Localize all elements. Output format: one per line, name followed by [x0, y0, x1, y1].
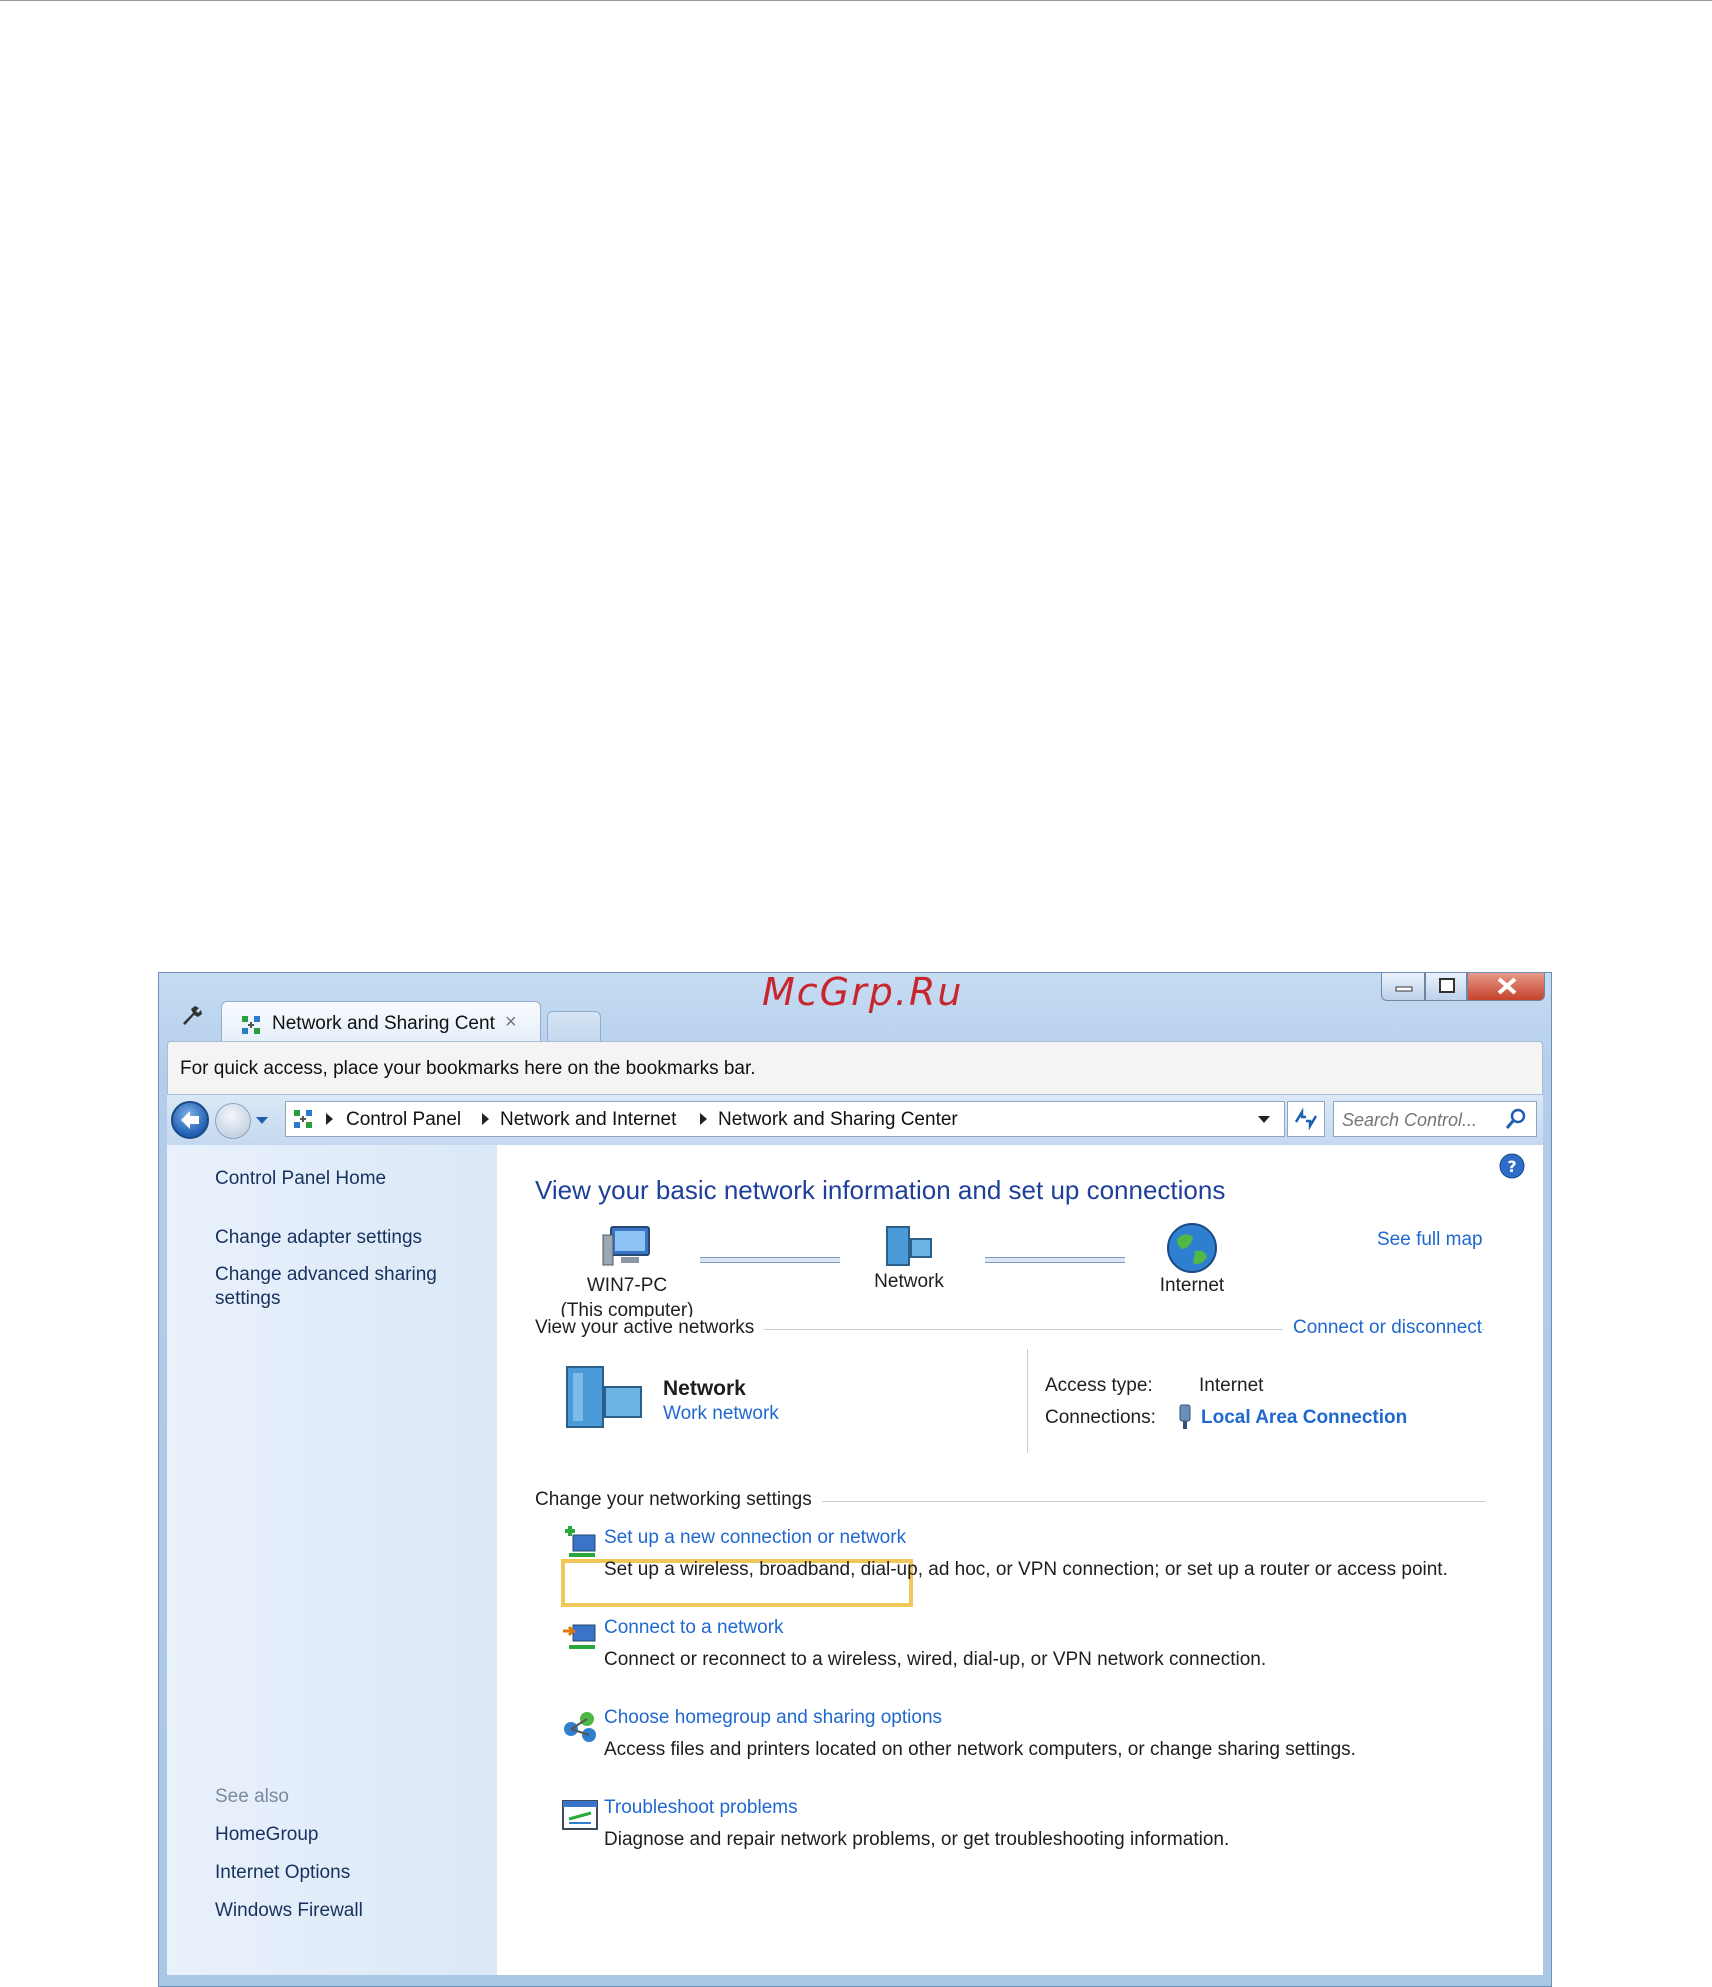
tab-title: Network and Sharing Cent: [272, 1013, 495, 1034]
refresh-button[interactable]: [1287, 1101, 1325, 1137]
sidebar-item-windows-firewall[interactable]: Windows Firewall: [215, 1899, 363, 1923]
search-input[interactable]: [1340, 1106, 1494, 1134]
watermark-text: McGrp.Ru: [762, 970, 964, 1014]
network-center-icon: [242, 1016, 260, 1034]
connect-disconnect-link[interactable]: Connect or disconnect: [1283, 1317, 1483, 1339]
page-title: View your basic network information and …: [535, 1175, 1226, 1205]
breadcrumb-separator-icon[interactable]: [326, 1113, 333, 1125]
tab-close-icon[interactable]: ×: [505, 1011, 517, 1034]
forward-button[interactable]: [215, 1103, 251, 1139]
work-network-link[interactable]: Work network: [663, 1403, 779, 1425]
sidebar-item-control-panel-home[interactable]: Control Panel Home: [215, 1167, 386, 1191]
window-controls: [1381, 973, 1553, 1001]
back-button[interactable]: [171, 1101, 209, 1139]
computer-name: WIN7-PC: [586, 1275, 668, 1296]
local-area-connection-link[interactable]: Local Area Connection: [1201, 1407, 1407, 1429]
change-settings-heading: Change your networking settings: [535, 1489, 822, 1511]
internet-label: Internet: [1159, 1275, 1225, 1296]
access-type-label: Access type:: [1045, 1375, 1153, 1396]
network-icon: [886, 1226, 932, 1266]
bookmarks-bar: For quick access, place your bookmarks h…: [167, 1041, 1543, 1095]
see-full-map-link[interactable]: See full map: [1377, 1229, 1483, 1251]
map-connector-line: [985, 1257, 1125, 1263]
main-content: ? View your basic network information an…: [497, 1145, 1543, 1975]
connections-label: Connections:: [1045, 1407, 1156, 1428]
maximize-icon: [1439, 978, 1455, 993]
sidebar-item-advanced-sharing[interactable]: Change advanced sharing: [215, 1263, 437, 1287]
search-icon[interactable]: [1504, 1107, 1528, 1131]
sidebar-item-homegroup[interactable]: HomeGroup: [215, 1823, 319, 1847]
help-icon[interactable]: ?: [1499, 1153, 1525, 1179]
browser-window: Network and Sharing Cent × For quick acc…: [158, 972, 1552, 1987]
task-homegroup-desc: Access files and printers located on oth…: [604, 1739, 1356, 1760]
back-arrow-icon: [181, 1111, 199, 1129]
task-sidebar: Control Panel Home Change adapter settin…: [167, 1145, 497, 1975]
bookmarks-hint: For quick access, place your bookmarks h…: [180, 1058, 756, 1079]
search-field[interactable]: [1333, 1101, 1537, 1137]
ethernet-adapter-icon: [1179, 1404, 1191, 1429]
task-connect-network-link[interactable]: Connect to a network: [604, 1617, 784, 1639]
close-icon: [1497, 977, 1517, 995]
explorer-navbar: Control Panel Network and Internet Netwo…: [167, 1095, 1543, 1145]
close-button[interactable]: [1467, 973, 1545, 1001]
internet-globe-icon[interactable]: [1165, 1221, 1219, 1275]
connect-network-icon: [563, 1624, 596, 1649]
new-connection-icon: [565, 1526, 596, 1557]
task-setup-connection-link[interactable]: Set up a new connection or network: [604, 1527, 906, 1549]
breadcrumb-separator-icon[interactable]: [700, 1113, 707, 1125]
address-bar[interactable]: Control Panel Network and Internet Netwo…: [285, 1101, 1285, 1137]
network-center-icon: [294, 1110, 312, 1128]
active-networks-heading: View your active networks: [535, 1317, 765, 1339]
computer-icon: [602, 1226, 650, 1266]
breadcrumb-network-sharing[interactable]: Network and Sharing Center: [718, 1109, 958, 1131]
task-setup-connection-desc: Set up a wireless, broadband, dial-up, a…: [604, 1559, 1448, 1580]
refresh-icon: [1294, 1107, 1318, 1131]
breadcrumb-network-internet[interactable]: Network and Internet: [500, 1109, 676, 1131]
access-type-value: Internet: [1199, 1375, 1264, 1396]
network-building-icon: [566, 1366, 642, 1428]
sidebar-item-adapter-settings[interactable]: Change adapter settings: [215, 1226, 422, 1250]
recent-pages-icon[interactable]: [255, 1113, 269, 1127]
network-label: Network: [874, 1271, 944, 1292]
task-troubleshoot-desc: Diagnose and repair network problems, or…: [604, 1829, 1230, 1850]
tab-network-sharing[interactable]: Network and Sharing Cent ×: [221, 1001, 541, 1045]
breadcrumb-separator-icon[interactable]: [482, 1113, 489, 1125]
minimize-button[interactable]: [1381, 973, 1425, 1001]
sidebar-item-internet-options[interactable]: Internet Options: [215, 1861, 350, 1885]
homegroup-icon: [564, 1712, 596, 1742]
sidebar-item-advanced-sharing-cont[interactable]: settings: [215, 1287, 280, 1311]
new-tab-button[interactable]: [547, 1011, 601, 1043]
page-top-rule: [0, 0, 1712, 1]
vertical-divider: [1027, 1349, 1028, 1453]
svg-text:?: ?: [1507, 1157, 1516, 1176]
task-troubleshoot-link[interactable]: Troubleshoot problems: [604, 1797, 798, 1819]
active-network-name: Network: [663, 1377, 746, 1400]
see-also-label: See also: [215, 1786, 289, 1807]
address-dropdown-icon[interactable]: [1258, 1116, 1270, 1123]
breadcrumb-control-panel[interactable]: Control Panel: [346, 1109, 461, 1131]
task-homegroup-link[interactable]: Choose homegroup and sharing options: [604, 1707, 942, 1729]
maximize-button[interactable]: [1425, 973, 1467, 1001]
minimize-icon: [1395, 986, 1413, 992]
task-connect-network-desc: Connect or reconnect to a wireless, wire…: [604, 1649, 1267, 1670]
map-connector-line: [700, 1257, 840, 1263]
troubleshoot-icon: [562, 1800, 598, 1830]
wrench-icon[interactable]: [179, 1003, 205, 1029]
